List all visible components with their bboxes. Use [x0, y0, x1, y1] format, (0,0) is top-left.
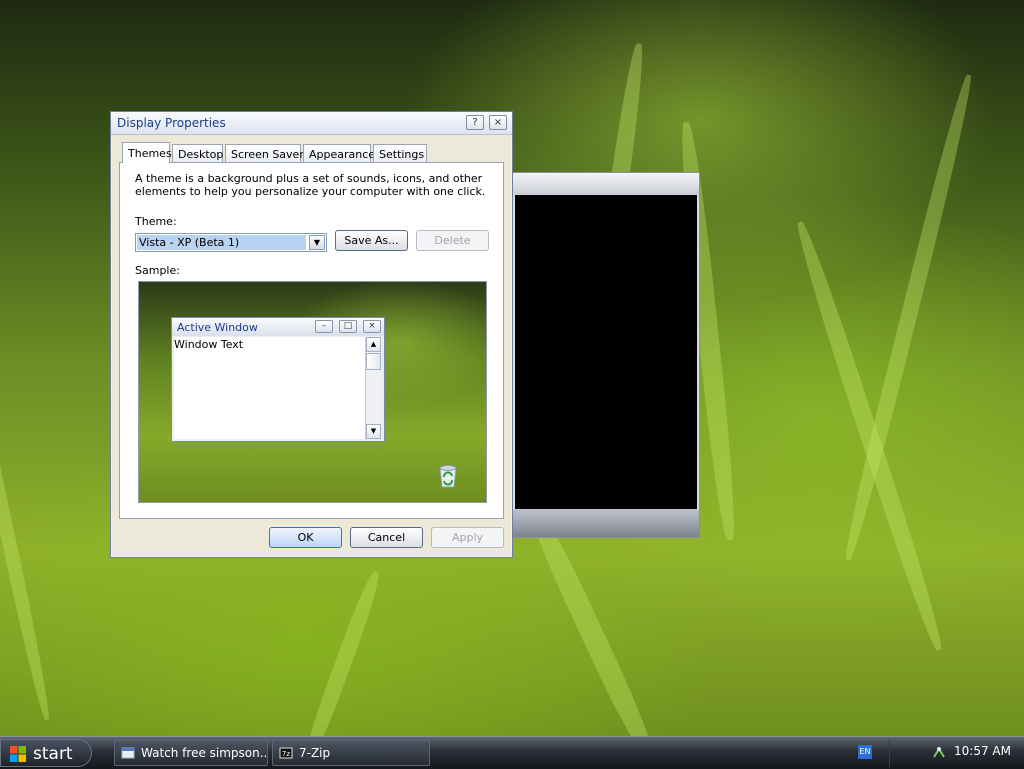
display-properties-dialog: Display Properties ? × Themes Desktop Sc…	[110, 111, 513, 558]
sample-label: Sample:	[135, 264, 180, 277]
delete-button[interactable]: Delete	[416, 230, 489, 251]
tab-desktop[interactable]: Desktop	[172, 144, 223, 162]
grass-blade	[840, 72, 977, 562]
background-window-content	[515, 195, 697, 509]
tab-themes[interactable]: Themes	[122, 142, 172, 163]
ok-button[interactable]: OK	[269, 527, 342, 548]
browser-window-icon	[121, 747, 135, 759]
tab-settings[interactable]: Settings	[373, 144, 427, 162]
theme-sample-preview: Active Window – □ × Window Text ▲ ▼	[138, 281, 487, 503]
tab-screen-saver[interactable]: Screen Saver	[225, 144, 304, 162]
windows-logo-icon	[10, 746, 26, 762]
theme-label: Theme:	[135, 215, 177, 228]
save-as-button[interactable]: Save As...	[335, 230, 408, 251]
theme-dropdown-value: Vista - XP (Beta 1)	[137, 235, 306, 250]
minimize-icon: –	[315, 320, 333, 333]
sample-scrollbar: ▲ ▼	[365, 337, 382, 439]
scroll-thumb	[366, 353, 381, 370]
sample-window-titlebar: Active Window – □ ×	[172, 318, 384, 336]
grass-blade	[0, 307, 54, 722]
theme-description: A theme is a background plus a set of so…	[135, 172, 486, 198]
scroll-up-icon: ▲	[366, 337, 381, 352]
help-button[interactable]: ?	[466, 115, 484, 130]
dialog-titlebar[interactable]: Display Properties ? ×	[111, 112, 512, 135]
7zip-icon: 7z	[279, 747, 293, 759]
taskbar-item-label: Watch free simpson...	[141, 746, 268, 760]
language-indicator[interactable]: EN	[858, 745, 872, 759]
clock[interactable]: 10:57 AM	[954, 744, 1011, 758]
scroll-down-icon: ▼	[366, 424, 381, 439]
close-icon: ×	[363, 320, 381, 333]
background-window[interactable]	[512, 172, 700, 538]
taskbar: start Watch free simpson... 7z 7-Zip EN …	[0, 736, 1024, 769]
grass-blade	[300, 569, 384, 736]
apply-button[interactable]: Apply	[431, 527, 504, 548]
system-tray: EN 10:57 AM	[858, 739, 1024, 767]
taskbar-item-7zip[interactable]: 7z 7-Zip	[272, 740, 430, 766]
sample-window-title: Active Window	[177, 321, 258, 334]
maximize-icon: □	[339, 320, 357, 333]
close-button[interactable]: ×	[489, 115, 507, 130]
sample-window-body: Window Text	[174, 337, 365, 439]
svg-text:7z: 7z	[282, 750, 290, 758]
recycle-bin-icon	[439, 465, 457, 488]
theme-dropdown[interactable]: Vista - XP (Beta 1) ▼	[135, 233, 327, 252]
sample-active-window: Active Window – □ × Window Text ▲ ▼	[171, 317, 385, 442]
taskbar-item-simpsons[interactable]: Watch free simpson...	[114, 740, 268, 766]
cancel-button[interactable]: Cancel	[350, 527, 423, 548]
start-button[interactable]: start	[0, 739, 92, 767]
background-window-titlebar[interactable]	[513, 173, 699, 195]
themes-panel: A theme is a background plus a set of so…	[119, 162, 504, 519]
dialog-title: Display Properties	[117, 116, 226, 130]
start-label: start	[33, 744, 73, 764]
sample-window-text: Window Text	[174, 338, 244, 351]
background-window-footer	[513, 509, 699, 537]
tab-appearance[interactable]: Appearance	[303, 144, 375, 162]
chevron-down-icon[interactable]: ▼	[309, 235, 325, 250]
network-icon[interactable]	[932, 745, 946, 759]
taskbar-item-label: 7-Zip	[299, 746, 331, 760]
